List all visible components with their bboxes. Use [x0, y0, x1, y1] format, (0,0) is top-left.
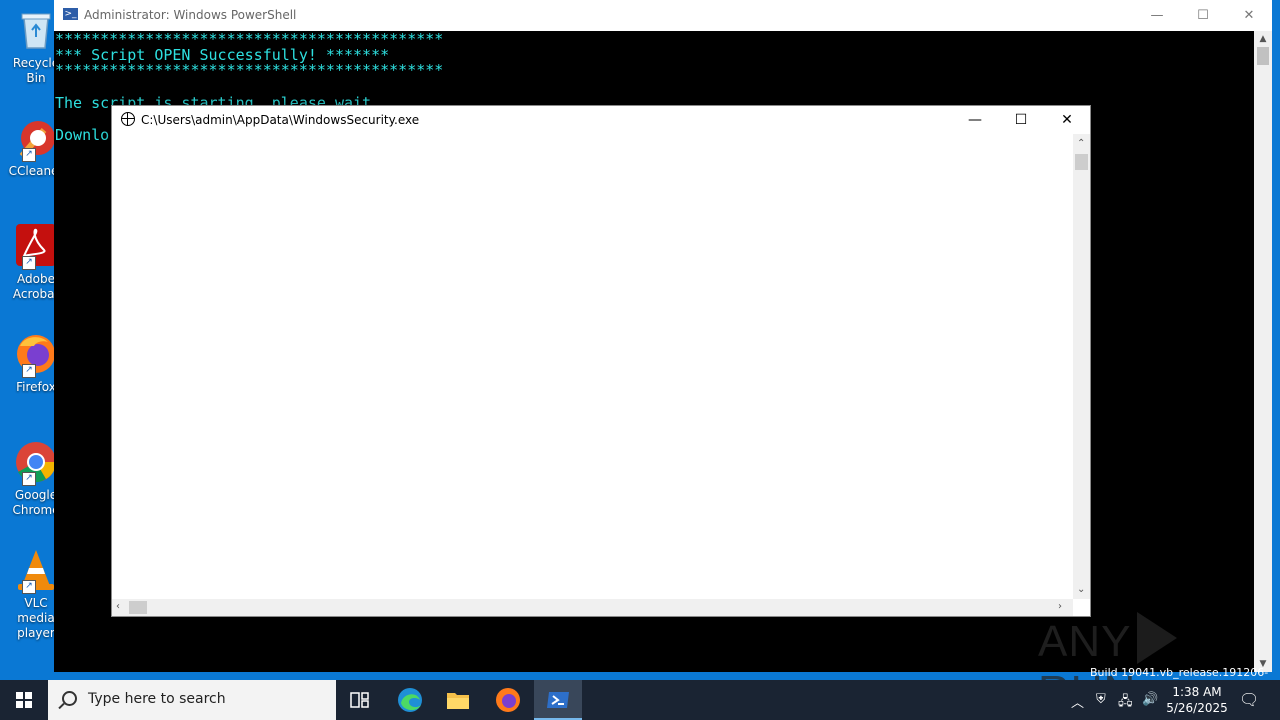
taskbar-firefox-button[interactable]	[484, 680, 532, 720]
ccleaner-icon: ↗	[14, 116, 58, 162]
windows-security-window[interactable]: C:\Users\admin\AppData\WindowsSecurity.e…	[111, 105, 1091, 617]
popup-title: C:\Users\admin\AppData\WindowsSecurity.e…	[141, 113, 420, 127]
network-icon[interactable]: 🖧	[1118, 692, 1133, 714]
console-line: Downlo	[55, 126, 110, 144]
chevron-up-icon[interactable]: ⌃	[1077, 138, 1085, 149]
notification-icon[interactable]: 🗨	[1239, 690, 1259, 709]
window-title: Administrator: Windows PowerShell	[84, 8, 297, 22]
shortcut-arrow-icon: ↗	[22, 472, 36, 486]
console-line: ****************************************…	[55, 30, 444, 48]
popup-titlebar[interactable]: C:\Users\admin\AppData\WindowsSecurity.e…	[112, 106, 1090, 134]
clock[interactable]: 1:38 AM 5/26/2025	[1160, 684, 1234, 716]
shortcut-arrow-icon: ↗	[22, 580, 36, 594]
start-button[interactable]	[0, 680, 48, 720]
shortcut-arrow-icon: ↗	[22, 148, 36, 162]
popup-maximize-button[interactable]: ☐	[998, 106, 1044, 134]
vertical-scroll-thumb[interactable]	[1075, 154, 1088, 170]
shortcut-arrow-icon: ↗	[22, 256, 36, 270]
taskbar-powershell-button[interactable]	[534, 680, 582, 720]
show-hidden-icons-chevron-icon[interactable]: ︿	[1071, 692, 1084, 711]
popup-minimize-button[interactable]: —	[952, 106, 998, 134]
clock-time: 1:38 AM	[1172, 685, 1222, 699]
chevron-down-icon[interactable]: ⌄	[1077, 584, 1085, 595]
powershell-icon	[547, 692, 569, 708]
popup-horizontal-scrollbar[interactable]: ‹ ›	[112, 599, 1073, 616]
horizontal-scroll-thumb[interactable]	[129, 601, 147, 614]
play-triangle-icon	[1137, 612, 1178, 664]
chevron-right-icon[interactable]: ›	[1058, 601, 1062, 612]
popup-vertical-scrollbar[interactable]: ⌃ ⌄	[1073, 134, 1090, 599]
scrollbar-thumb[interactable]	[1257, 47, 1269, 65]
folder-icon	[447, 693, 469, 709]
recycle-bin-icon	[14, 8, 58, 52]
task-view-icon	[350, 692, 369, 708]
search-icon	[62, 691, 77, 706]
popup-content-area[interactable]	[112, 134, 1072, 599]
search-box[interactable]: Type here to search	[48, 680, 336, 720]
taskbar-edge-button[interactable]	[386, 680, 434, 720]
task-view-button[interactable]	[336, 680, 384, 720]
clock-date: 5/26/2025	[1166, 701, 1228, 715]
watermark-any: ANY	[1038, 617, 1132, 666]
scroll-up-arrow-icon[interactable]: ▲	[1254, 31, 1272, 47]
maximize-button[interactable]: ☐	[1180, 0, 1226, 31]
popup-close-button[interactable]: ✕	[1044, 106, 1090, 134]
console-scrollbar[interactable]: ▲ ▼	[1254, 31, 1272, 672]
powershell-icon: >_	[63, 8, 78, 20]
firefox-icon	[496, 688, 520, 712]
search-placeholder: Type here to search	[88, 691, 226, 707]
chevron-left-icon[interactable]: ‹	[116, 601, 120, 612]
close-button[interactable]: ✕	[1226, 0, 1272, 31]
console-line: ****************************************…	[55, 61, 444, 79]
taskbar: Type here to search ︿ ⛨ 🖧 🔊 1:38 AM 5/26…	[0, 680, 1280, 720]
vlc-cone-icon: ↗	[14, 548, 58, 594]
edge-icon	[398, 688, 422, 712]
volume-icon[interactable]: 🔊	[1142, 692, 1158, 707]
security-icon[interactable]: ⛨	[1096, 692, 1106, 707]
adobe-acrobat-icon: ↗	[14, 224, 58, 270]
taskbar-file-explorer-button[interactable]	[434, 680, 482, 720]
firefox-icon: ↗	[14, 332, 58, 378]
windows-logo-icon	[16, 692, 32, 708]
powershell-titlebar[interactable]: >_ Administrator: Windows PowerShell — ☐…	[54, 0, 1272, 31]
shortcut-arrow-icon: ↗	[22, 364, 36, 378]
chrome-icon: ↗	[14, 440, 58, 486]
app-globe-icon	[121, 112, 135, 126]
minimize-button[interactable]: —	[1134, 0, 1180, 31]
